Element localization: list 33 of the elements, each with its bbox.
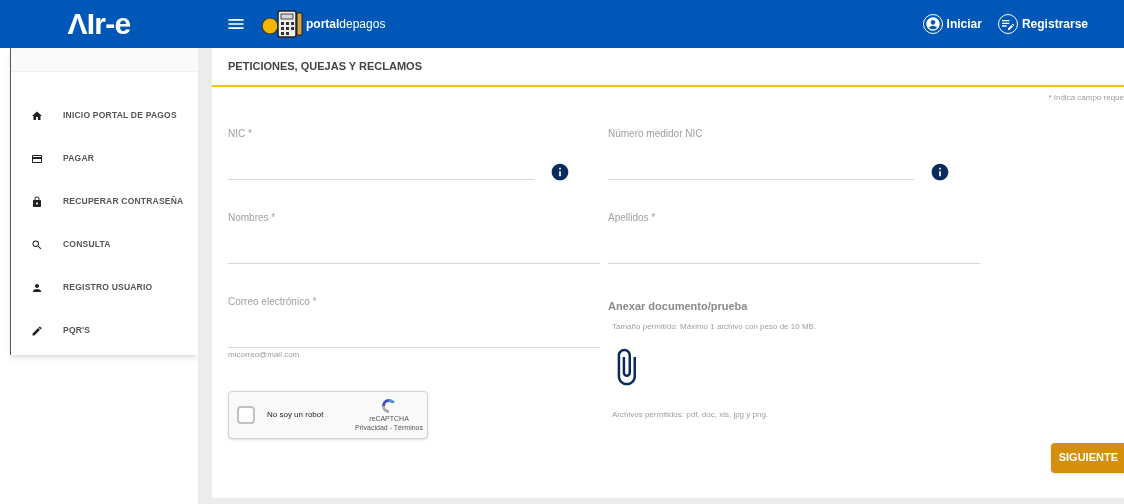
person-icon [31,281,43,294]
sidebar-item[interactable]: PQR'S [11,309,198,352]
info-icon[interactable] [930,162,950,182]
sidebar-item[interactable]: PAGAR [11,137,198,180]
sidebar-item[interactable]: CONSULTA [11,223,198,266]
field-label: Número medidor NIC [608,128,704,140]
search-icon [31,238,43,251]
lock-icon [31,195,43,208]
attach-title: Anexar documento/prueba [608,299,749,314]
sidebar-item[interactable]: RECUPERAR CONTRASEÑA [11,180,198,223]
captcha-label: No soy un robot [267,409,324,421]
size-note: Tamaño permitido: Máximo 1 archivo con peso de 10 MB. [612,320,818,333]
required-note: * Indica campo reque [1048,92,1124,104]
captcha-checkbox[interactable] [237,406,255,424]
pencil-icon [31,324,43,337]
field-label: NIC * [228,128,253,140]
sidebar-item[interactable]: REGISTRO USUARIO [11,266,198,309]
page-title: PETICIONES, QUEJAS Y RECLAMOS [228,59,422,75]
header-link[interactable]: Registrarse [997,14,1088,34]
logo: ΛIr-e [67,9,131,39]
field-hint: micorreo@mail.com [228,349,301,361]
info-icon[interactable] [550,162,570,182]
brand-name: portaldepagos [306,18,386,30]
sidebar-item[interactable]: INICIO PORTAL DE PAGOS [11,94,198,137]
field-label: Apellidos * [608,212,657,224]
home-icon [31,109,43,122]
credit-card-icon [31,152,43,165]
header-link[interactable]: Iniciar [922,14,982,34]
field-label: Nombres * [228,212,277,224]
types-note: Archivos permitidos: pdf, doc, xls, jpg y png. [612,408,770,421]
calculator-coin-icon [258,9,306,39]
field-label: Correo electrónico * [228,296,318,308]
recaptcha-logo-icon [380,397,398,416]
